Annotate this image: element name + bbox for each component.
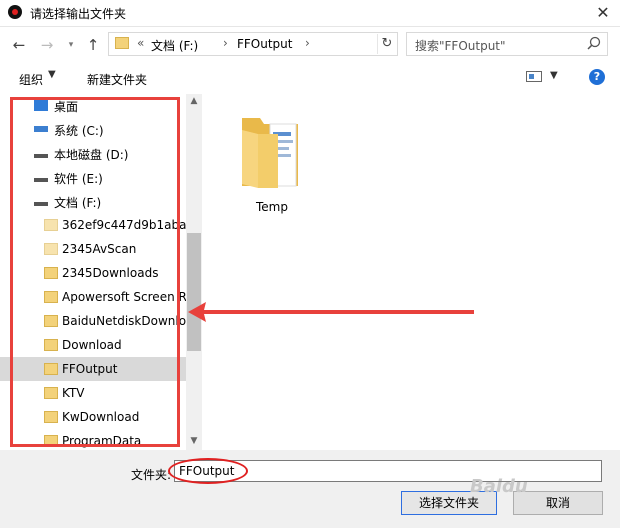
- chevron-down-icon[interactable]: ▼: [48, 69, 56, 80]
- close-button[interactable]: ✕: [586, 0, 620, 26]
- folder-item-label[interactable]: Temp: [256, 200, 288, 214]
- folder-field-label: 文件夹:: [131, 468, 172, 482]
- search-input[interactable]: 搜索"FFOutput": [406, 32, 608, 56]
- recent-locations-button[interactable]: ▾: [62, 36, 80, 54]
- arrow-right-icon: →: [40, 36, 54, 54]
- record-app-icon: [8, 5, 22, 19]
- up-button[interactable]: ↑: [84, 36, 102, 54]
- annotation-highlight-box: [10, 97, 180, 447]
- chevron-right-icon[interactable]: ›: [305, 36, 310, 50]
- chevron-right-icon[interactable]: ›: [223, 36, 228, 50]
- help-icon[interactable]: ?: [589, 69, 605, 85]
- search-icon: [587, 36, 601, 50]
- annotation-ellipse: [168, 458, 248, 484]
- scroll-up-button[interactable]: ▲: [186, 94, 202, 108]
- new-folder-button[interactable]: 新建文件夹: [87, 71, 147, 88]
- folder-icon[interactable]: [240, 110, 300, 192]
- watermark-logo: Baidu: [470, 476, 528, 497]
- overflow-chevron[interactable]: «: [137, 36, 144, 50]
- breadcrumb-drive[interactable]: 文档 (F:): [151, 37, 198, 54]
- folder-icon: [115, 37, 129, 49]
- refresh-icon: ↻: [381, 36, 393, 51]
- search-placeholder: 搜索"FFOutput": [415, 39, 506, 53]
- arrow-left-icon: ←: [12, 36, 26, 54]
- breadcrumb-folder[interactable]: FFOutput: [237, 37, 293, 51]
- forward-button[interactable]: →: [38, 36, 56, 54]
- close-icon: ✕: [596, 3, 610, 22]
- refresh-button[interactable]: ↻: [377, 34, 396, 54]
- back-button[interactable]: ←: [10, 36, 28, 54]
- annotation-arrow-icon: [188, 302, 474, 322]
- arrow-up-icon: ↑: [86, 36, 100, 54]
- chevron-down-icon[interactable]: ▼: [550, 70, 558, 81]
- chevron-down-icon: ▾: [68, 40, 74, 50]
- view-options-icon[interactable]: [526, 71, 542, 82]
- address-bar[interactable]: « 文档 (F:) › FFOutput › ↻: [108, 32, 398, 56]
- window-title: 请选择输出文件夹: [30, 7, 127, 21]
- organize-menu[interactable]: 组织: [19, 71, 43, 88]
- scrollbar-thumb[interactable]: [187, 233, 201, 351]
- scroll-down-button[interactable]: ▼: [186, 434, 202, 448]
